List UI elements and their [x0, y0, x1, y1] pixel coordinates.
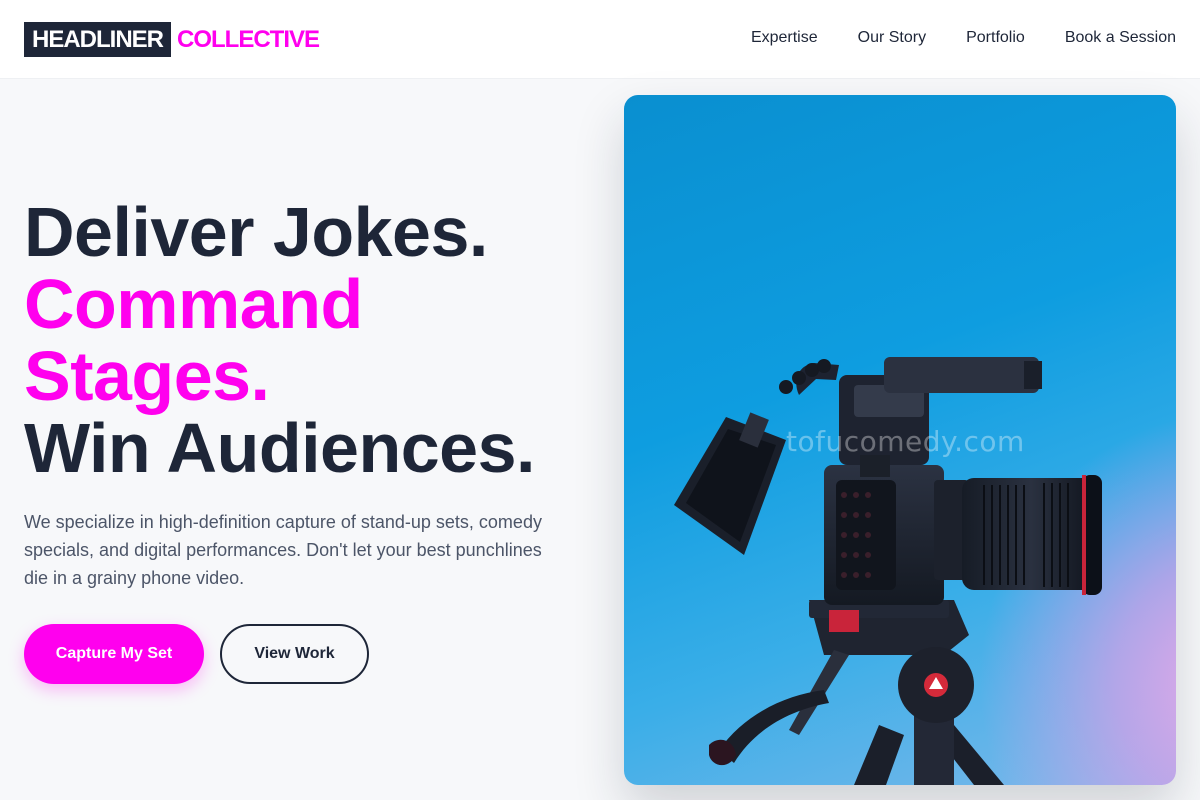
view-work-button[interactable]: View Work	[220, 624, 369, 684]
hero-description: We specialize in high-definition capture…	[24, 512, 542, 588]
nav-link-portfolio[interactable]: Portfolio	[966, 28, 1025, 48]
hero-title-line-3: Stages.	[24, 337, 270, 415]
hero-title: Deliver Jokes. Command Stages. Win Audie…	[24, 196, 535, 484]
nav-link-book-session[interactable]: Book a Session	[1065, 28, 1176, 48]
logo-wordmark-box: HEADLINER	[24, 22, 172, 57]
image-watermark: tofucomedy.com	[786, 425, 1025, 458]
nav-link-expertise[interactable]: Expertise	[751, 28, 818, 48]
logo-wordmark-accent: COLLECTIVE	[177, 25, 320, 53]
navbar: HEADLINER COLLECTIVE Expertise Our Story…	[0, 0, 1200, 79]
capture-my-set-button[interactable]: Capture My Set	[24, 624, 204, 684]
hero-image: tofucomedy.com	[624, 95, 1176, 785]
hero-title-line-2: Command	[24, 265, 363, 343]
brand-logo[interactable]: HEADLINER COLLECTIVE	[24, 22, 320, 57]
nav-link-our-story[interactable]: Our Story	[858, 28, 926, 48]
hero-title-line-4: Win Audiences.	[24, 409, 535, 487]
main-nav: Expertise Our Story Portfolio Book a Ses…	[711, 28, 1176, 48]
hero-title-line-1: Deliver Jokes.	[24, 193, 488, 271]
